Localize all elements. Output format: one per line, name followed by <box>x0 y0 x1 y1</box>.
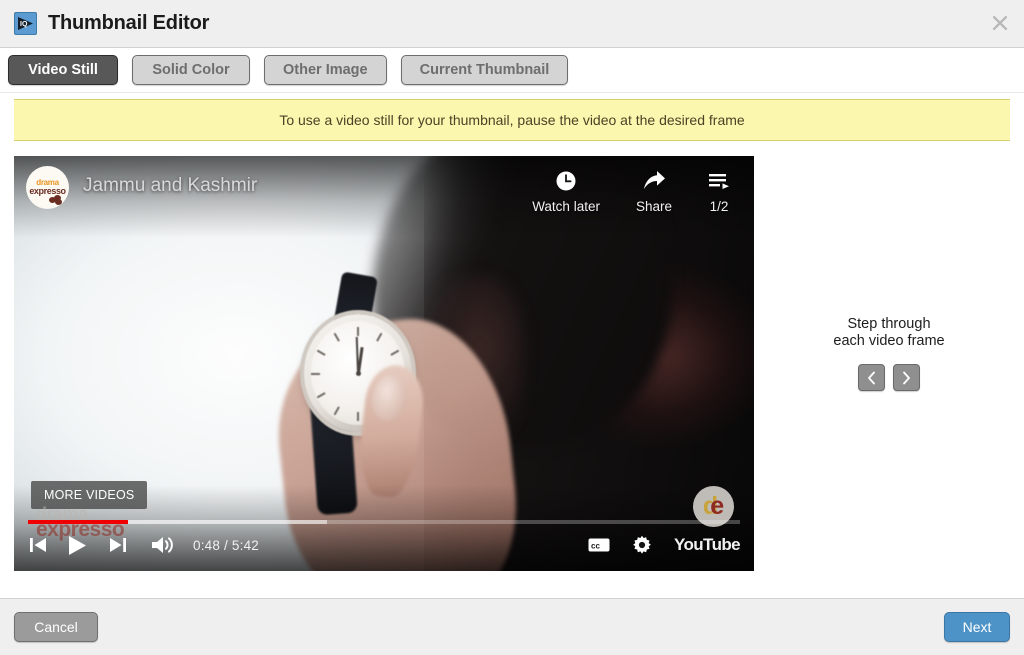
frame-step-buttons <box>858 364 920 391</box>
svg-text:IQ: IQ <box>20 21 28 28</box>
thumbnail-editor-dialog: IQ Thumbnail Editor Video Still Solid Co… <box>0 0 1024 655</box>
tab-label: Other Image <box>283 62 368 78</box>
tab-video-still[interactable]: Video Still <box>8 55 118 85</box>
source-tabs: Video Still Solid Color Other Image Curr… <box>0 48 1024 93</box>
watch-later-label: Watch later <box>532 199 600 214</box>
previous-track-icon[interactable] <box>28 536 48 554</box>
youtube-brand[interactable]: YouTube <box>674 535 741 555</box>
closed-captions-icon[interactable]: cc <box>588 537 610 553</box>
play-badge-icon: IQ <box>14 12 37 35</box>
logo-letter-e: e <box>710 492 725 520</box>
tab-solid-color[interactable]: Solid Color <box>132 55 250 85</box>
gear-icon[interactable] <box>632 535 652 555</box>
player-actions: Watch later Share 1/2 <box>532 166 742 214</box>
progress-bar[interactable] <box>28 520 740 524</box>
frame-step-label-line2: each video frame <box>833 333 945 349</box>
next-track-icon[interactable] <box>108 536 128 554</box>
volume-icon[interactable] <box>151 535 175 555</box>
progress-played <box>28 520 128 524</box>
editor-body: drama expresso Jammu and Kashmir Watch l… <box>0 141 1024 598</box>
channel-avatar[interactable]: drama expresso <box>26 166 69 209</box>
video-player[interactable]: drama expresso Jammu and Kashmir Watch l… <box>14 156 754 571</box>
share-label: Share <box>635 199 672 214</box>
next-label: Next <box>962 619 992 635</box>
next-button[interactable]: Next <box>944 612 1010 642</box>
player-header: drama expresso Jammu and Kashmir Watch l… <box>26 166 742 214</box>
chevron-right-icon <box>901 371 912 385</box>
clock-icon <box>555 169 577 193</box>
instruction-banner: To use a video still for your thumbnail,… <box>14 99 1010 141</box>
playlist-icon <box>708 169 730 193</box>
time-display: 0:48 / 5:42 <box>193 537 260 553</box>
share-arrow-icon <box>642 169 666 193</box>
frame-step-prev-button[interactable] <box>858 364 885 391</box>
more-videos-button[interactable]: MORE VIDEOS <box>31 481 148 509</box>
share-button[interactable]: Share <box>636 169 672 214</box>
more-videos-label: MORE VIDEOS <box>44 488 135 502</box>
close-icon[interactable] <box>986 9 1014 37</box>
instruction-text: To use a video still for your thumbnail,… <box>279 112 745 128</box>
player-right-controls: cc YouTube <box>588 535 741 555</box>
tab-label: Current Thumbnail <box>419 62 550 78</box>
coffee-beans-icon <box>49 195 62 205</box>
playlist-index-label: 1/2 <box>709 199 729 214</box>
chevron-left-icon <box>866 371 877 385</box>
watch-later-button[interactable]: Watch later <box>532 169 600 214</box>
page-title: Thumbnail Editor <box>48 12 210 34</box>
svg-text:cc: cc <box>591 541 600 550</box>
title-bar: IQ Thumbnail Editor <box>0 0 1024 48</box>
frame-step-panel: Step through each video frame <box>754 156 1024 598</box>
playlist-index-button[interactable]: 1/2 <box>708 169 730 214</box>
tab-label: Video Still <box>28 62 98 78</box>
tab-current-thumbnail[interactable]: Current Thumbnail <box>400 55 569 85</box>
play-icon[interactable] <box>68 535 87 556</box>
dialog-footer: Cancel Next <box>0 598 1024 655</box>
frame-step-label-line1: Step through <box>847 316 931 332</box>
tab-other-image[interactable]: Other Image <box>264 55 387 85</box>
video-title: Jammu and Kashmir <box>83 175 258 196</box>
cancel-button[interactable]: Cancel <box>14 612 98 642</box>
player-controls: 0:48 / 5:42 cc YouTube <box>14 527 754 563</box>
cancel-label: Cancel <box>34 619 78 635</box>
frame-step-label: Step through each video frame <box>833 316 944 350</box>
frame-step-next-button[interactable] <box>893 364 920 391</box>
tab-label: Solid Color <box>152 62 230 78</box>
